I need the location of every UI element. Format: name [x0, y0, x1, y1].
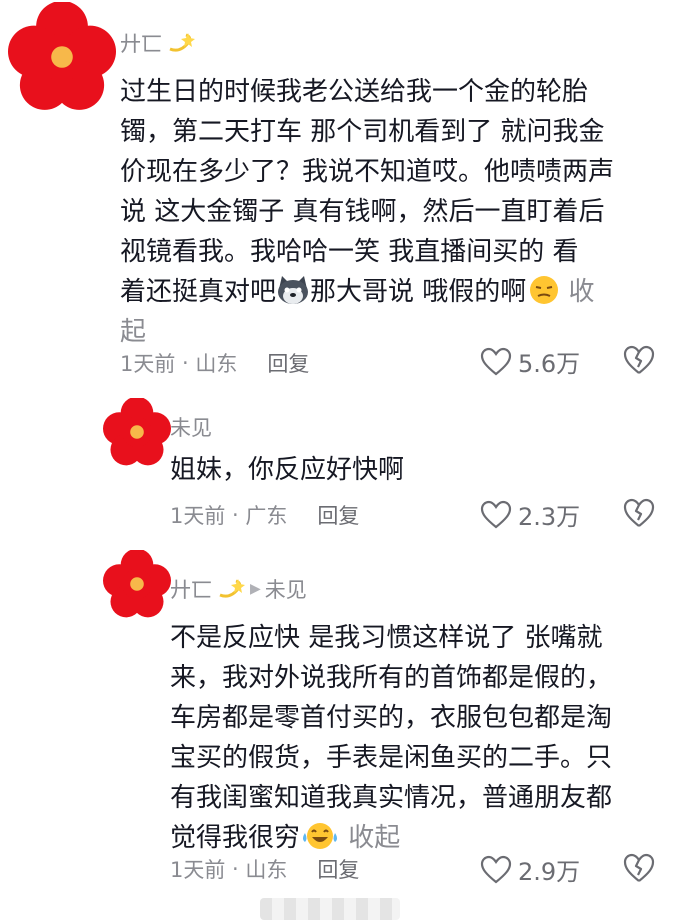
reply-button[interactable]: 回复 [317, 854, 359, 884]
avatar[interactable] [8, 2, 116, 112]
separator: · [175, 351, 196, 375]
location: 山东 [195, 352, 238, 376]
comment-line: 说 这大金镯子 真有钱啊，然后一直盯着后 [120, 197, 605, 227]
collapse-link[interactable]: 收 [569, 277, 595, 307]
dizzy-sparkle-icon [219, 579, 245, 598]
timestamp: 1天前 [170, 504, 226, 528]
location: 山东 [245, 858, 288, 882]
comment-line: 价现在多少了？我说不知道哎。他啧啧两声 [120, 157, 615, 187]
comment-text: 那大哥说 哦假的啊 [310, 277, 527, 307]
collapse-link[interactable]: 收起 [348, 823, 400, 853]
reply-button[interactable]: 回复 [267, 348, 309, 378]
comment-meta: 1天前 · 广东 回复 [170, 500, 359, 530]
smirk-face-emoji-icon [530, 276, 559, 304]
comment-body: 不是反应快 是我习惯这样说了 张嘴就 来，我对外说我所有的首饰都是假的， 车房都… [170, 618, 680, 858]
comment-line: 来，我对外说我所有的首饰都是假的， [170, 663, 613, 693]
separator: · [225, 503, 246, 527]
like-count: 2.3万 [518, 503, 581, 531]
comment-body: 姐妹，你反应好快啊 [170, 455, 405, 485]
reply-to-username[interactable]: 未见 [265, 574, 307, 604]
comment-line: 车房都是零首付买的，衣服包包都是淘 [170, 703, 613, 733]
comment-line: 觉得我很穷 收起 [170, 818, 680, 858]
comment-text: 着还挺真对吧 [120, 277, 277, 307]
heart-icon [480, 347, 512, 375]
avatar[interactable] [103, 550, 171, 618]
comment-line: 宝买的假货，手表是闲鱼买的二手。只 [170, 743, 613, 773]
timestamp: 1天前 [170, 858, 226, 882]
username-text: 廾匸 [170, 578, 212, 602]
comment-line: 视镜看我。我哈哈一笑 我直播间买的 看 [120, 237, 579, 267]
username-text: 未见 [170, 416, 212, 440]
reply-to-arrow-icon: ▶ [250, 581, 261, 597]
dislike-broken-heart-icon[interactable] [622, 497, 656, 529]
collapse-link[interactable]: 起 [120, 312, 680, 352]
husky-dog-emoji-icon [278, 276, 309, 304]
username[interactable]: 未见 [170, 412, 212, 442]
like-button[interactable]: 2.9万 [480, 852, 580, 887]
username[interactable]: 廾匸 ▶ 未见 [170, 574, 307, 604]
heart-icon [480, 855, 512, 883]
comment-text: 觉得我很穷 [170, 823, 301, 853]
comment-body: 过生日的时候我老公送给我一个金的轮胎 镯，第二天打车 那个司机看到了 就问我金 … [120, 72, 680, 352]
username[interactable]: 廾匸 [120, 28, 196, 58]
timestamp: 1天前 [120, 352, 176, 376]
dislike-broken-heart-icon[interactable] [622, 344, 656, 376]
location: 广东 [245, 504, 288, 528]
like-count: 2.9万 [518, 858, 581, 886]
comment-line: 不是反应快 是我习惯这样说了 张嘴就 [170, 623, 603, 653]
like-button[interactable]: 2.3万 [480, 497, 580, 532]
reply-button[interactable]: 回复 [317, 500, 359, 530]
comment-line: 有我闺蜜知道我真实情况，普通朋友都 [170, 783, 613, 813]
heart-icon [480, 500, 512, 528]
dislike-broken-heart-icon[interactable] [622, 852, 656, 884]
separator: · [225, 857, 246, 881]
tears-of-joy-emoji-icon [303, 823, 338, 849]
watermark-bar [260, 898, 400, 920]
username-text: 廾匸 [120, 32, 162, 56]
avatar[interactable] [103, 398, 171, 466]
comment-line: 镯，第二天打车 那个司机看到了 就问我金 [120, 117, 605, 147]
like-count: 5.6万 [518, 350, 581, 378]
comment-meta: 1天前 · 山东 回复 [120, 348, 309, 378]
like-button[interactable]: 5.6万 [480, 344, 580, 379]
dizzy-sparkle-icon [169, 33, 195, 52]
comment-line: 着还挺真对吧 那大哥说 哦假的啊 收 [120, 272, 680, 312]
comment-meta: 1天前 · 山东 回复 [170, 854, 359, 884]
comment-line: 过生日的时候我老公送给我一个金的轮胎 [120, 77, 589, 107]
